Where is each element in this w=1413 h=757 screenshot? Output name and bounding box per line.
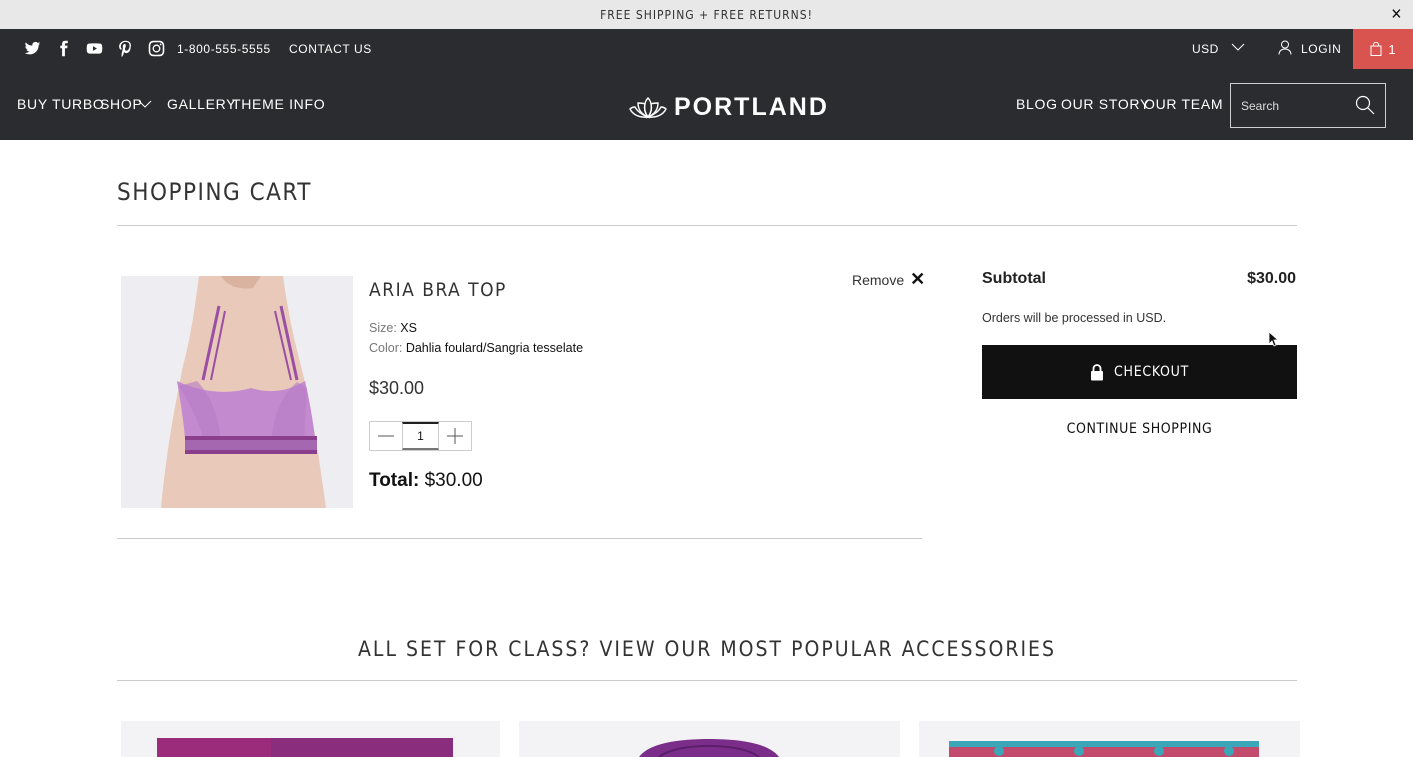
subtotal-value: $30.00 xyxy=(1247,270,1296,287)
cart-count: 1 xyxy=(1388,41,1396,57)
page-title: SHOPPING CART xyxy=(117,178,312,206)
remove-label: Remove xyxy=(852,271,905,288)
pinterest-icon[interactable] xyxy=(117,40,134,57)
currency-note: Orders will be processed in USD. xyxy=(982,311,1167,325)
product-name[interactable]: ARIA BRA TOP xyxy=(369,279,507,301)
product-image[interactable] xyxy=(121,276,353,508)
utility-bar: 1-800-555-5555 CONTACT US USD LOGIN 1 xyxy=(0,29,1413,69)
logo-text: PORTLAND xyxy=(674,93,829,121)
close-icon: ✕ xyxy=(910,269,926,289)
size-label: Size: xyxy=(369,321,397,335)
facebook-icon[interactable] xyxy=(55,40,72,57)
product-card-image[interactable] xyxy=(121,721,500,757)
social-links xyxy=(24,40,165,57)
nav-gallery[interactable]: GALLERY xyxy=(167,96,236,112)
twitter-icon[interactable] xyxy=(24,40,41,57)
continue-shopping-link[interactable]: CONTINUE SHOPPING xyxy=(982,421,1297,437)
checkout-button[interactable]: CHECKOUT xyxy=(982,345,1297,399)
plus-icon[interactable] xyxy=(439,422,471,450)
nav-blog[interactable]: BLOG xyxy=(1016,96,1058,112)
announcement-text: FREE SHIPPING + FREE RETURNS! xyxy=(600,7,813,22)
lotus-icon xyxy=(629,96,667,119)
color-option: Color: Dahlia foulard/Sangria tesselate xyxy=(369,341,583,355)
product-card-image[interactable] xyxy=(919,721,1300,757)
nav-our-team[interactable]: OUR TEAM xyxy=(1144,96,1223,112)
item-divider xyxy=(117,538,922,539)
phone-link[interactable]: 1-800-555-5555 xyxy=(177,42,271,56)
main-navigation: BUY TURBO SHOP GALLERY THEME INFO PORTLA… xyxy=(0,69,1413,140)
remove-button[interactable]: Remove ✕ xyxy=(852,269,925,290)
contact-link[interactable]: CONTACT US xyxy=(289,42,372,56)
lock-icon xyxy=(1091,363,1104,380)
checkout-label: CHECKOUT xyxy=(1114,364,1189,380)
item-price: $30.00 xyxy=(369,378,425,398)
nav-buy-turbo[interactable]: BUY TURBO xyxy=(17,96,104,112)
cart-button[interactable]: 1 xyxy=(1353,29,1413,69)
search-icon[interactable] xyxy=(1355,95,1375,115)
title-divider xyxy=(117,225,1297,226)
color-value: Dahlia foulard/Sangria tesselate xyxy=(405,341,584,355)
site-logo[interactable]: PORTLAND xyxy=(628,93,829,122)
quantity-stepper xyxy=(369,421,472,451)
currency-selector[interactable]: USD xyxy=(1192,42,1219,56)
search-input[interactable] xyxy=(1231,84,1353,127)
close-icon[interactable]: ✕ xyxy=(1391,5,1403,23)
total-value: $30.00 xyxy=(424,470,483,491)
section-divider xyxy=(117,680,1297,681)
total-label: Total: xyxy=(369,470,420,491)
size-value: XS xyxy=(400,321,417,335)
nav-our-story[interactable]: OUR STORY xyxy=(1061,96,1150,112)
login-link[interactable]: LOGIN xyxy=(1301,42,1341,56)
product-photo xyxy=(121,276,353,508)
quantity-input[interactable] xyxy=(402,422,439,450)
nav-shop[interactable]: SHOP xyxy=(100,96,142,112)
product-card-image[interactable] xyxy=(519,721,900,757)
line-total: Total: $30.00 xyxy=(369,470,483,492)
accessories-heading: ALL SET FOR CLASS? VIEW OUR MOST POPULAR… xyxy=(358,637,1056,661)
announcement-bar: FREE SHIPPING + FREE RETURNS! ✕ xyxy=(0,0,1413,29)
mouse-pointer-icon xyxy=(1268,331,1278,347)
subtotal-label: Subtotal xyxy=(982,270,1046,287)
search-box xyxy=(1230,83,1386,128)
shopping-bag-icon xyxy=(1370,42,1382,56)
size-option: Size: XS xyxy=(369,321,417,335)
user-icon[interactable] xyxy=(1278,40,1292,55)
chevron-down-icon[interactable] xyxy=(1231,42,1245,52)
minus-icon[interactable] xyxy=(370,422,402,450)
color-label: Color: xyxy=(369,341,403,355)
instagram-icon[interactable] xyxy=(148,40,165,57)
youtube-icon[interactable] xyxy=(86,40,103,57)
chevron-down-icon[interactable] xyxy=(138,100,152,109)
nav-theme-info[interactable]: THEME INFO xyxy=(232,96,325,112)
